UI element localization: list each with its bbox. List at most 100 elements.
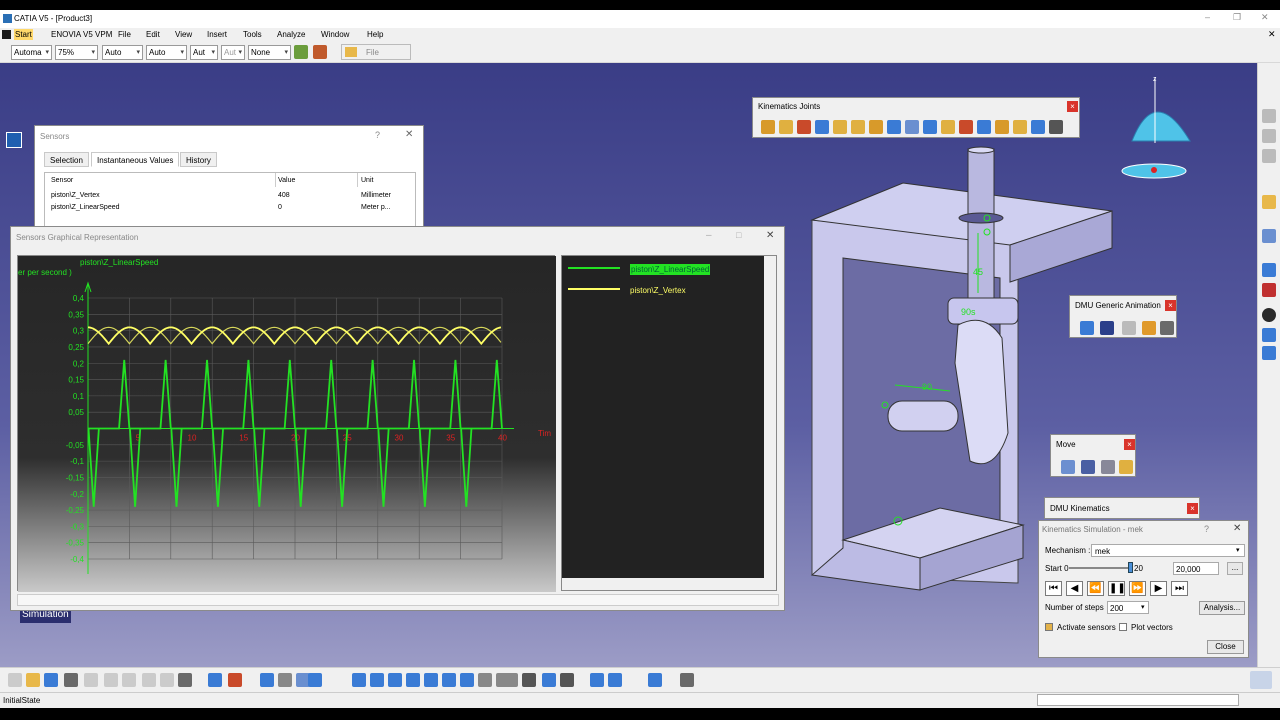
file-button[interactable]: File [341, 44, 411, 60]
menu-start[interactable]: Start [14, 29, 33, 40]
kinematics-joints-close[interactable]: × [1067, 101, 1078, 112]
manipulate-icon[interactable] [1119, 460, 1133, 474]
bottom-tool-icon[interactable] [228, 673, 242, 687]
activate-sensors-checkbox[interactable] [1045, 623, 1053, 631]
snap-icon[interactable] [1081, 460, 1095, 474]
bottom-tool-icon[interactable] [460, 673, 474, 687]
update-icon[interactable] [1262, 308, 1276, 322]
joint-tool-icon[interactable] [887, 120, 901, 134]
tree-root-icon[interactable] [6, 132, 22, 148]
menu-edit[interactable]: Edit [145, 29, 161, 40]
menu-tools[interactable]: Tools [242, 29, 263, 40]
menu-analyze[interactable]: Analyze [276, 29, 306, 40]
dmu-animation-close[interactable]: × [1165, 300, 1176, 311]
legend-label-vertex[interactable]: piston\Z_Vertex [630, 286, 686, 295]
point-combo[interactable]: Aut ▾ [221, 45, 245, 60]
measure-icon[interactable] [1262, 283, 1276, 297]
bottom-tool-icon[interactable] [424, 673, 438, 687]
joint-tool-icon[interactable] [869, 120, 883, 134]
tab-selection[interactable]: Selection [44, 152, 89, 167]
bottom-tool-icon[interactable] [8, 673, 22, 687]
bottom-tool-icon[interactable] [504, 673, 518, 687]
pause-button[interactable]: ❚❚ [1108, 581, 1126, 596]
bottom-tool-icon[interactable] [560, 673, 574, 687]
gear-icon[interactable] [1122, 321, 1136, 335]
mechanism-select[interactable]: mek ▾ [1091, 544, 1245, 557]
properties-icon[interactable] [313, 45, 327, 59]
joint-tool-icon[interactable] [851, 120, 865, 134]
simulation-icon[interactable] [1080, 321, 1094, 335]
bottom-tool-icon[interactable] [522, 673, 536, 687]
bottom-tool-icon[interactable] [208, 673, 222, 687]
sensors-close-button[interactable]: ✕ [405, 129, 413, 140]
joint-tool-icon[interactable] [941, 120, 955, 134]
linetype-combo[interactable]: Aut ▾ [190, 45, 218, 60]
bottom-tool-icon[interactable] [388, 673, 402, 687]
plot-area[interactable]: 0,4 0,35 0,3 0,25 0,2 0,15 0,1 0,05 -0,05 -0,1 -0,… [17, 255, 556, 592]
joint-tool-icon[interactable] [1049, 120, 1063, 134]
joint-tool-icon[interactable] [1031, 120, 1045, 134]
time-slider-track[interactable] [1069, 567, 1131, 569]
sim-close-x[interactable]: ✕ [1233, 523, 1241, 534]
joint-tool-icon[interactable] [779, 120, 793, 134]
joint-tool-icon[interactable] [959, 120, 973, 134]
minimize-button[interactable]: – [1205, 12, 1210, 22]
constraint-icon[interactable] [1262, 328, 1276, 342]
color-combo[interactable]: Auto ▾ [102, 45, 143, 60]
row-2-sensor[interactable]: piston\Z_LinearSpeed [51, 204, 120, 211]
bottom-tool-icon[interactable] [260, 673, 274, 687]
skip-last-button[interactable]: ⏭ [1171, 581, 1188, 596]
legend-label-speed[interactable]: piston\Z_LinearSpeed [630, 264, 711, 275]
menu-enovia[interactable]: ENOVIA V5 VPM [50, 29, 113, 40]
step-back-button[interactable]: ◀ [1066, 581, 1083, 596]
bottom-tool-icon[interactable] [160, 673, 174, 687]
bottom-tool-icon[interactable] [308, 673, 322, 687]
command-input[interactable] [1037, 694, 1239, 706]
rt-icon-2[interactable] [1262, 129, 1276, 143]
menu-file[interactable]: File [117, 29, 132, 40]
rt-icon-1[interactable] [1262, 109, 1276, 123]
explode-icon[interactable] [1101, 460, 1115, 474]
joint-tool-icon[interactable] [905, 120, 919, 134]
compile-icon[interactable] [1100, 321, 1114, 335]
bottom-tool-icon[interactable] [406, 673, 420, 687]
sim-help-icon[interactable]: ? [1204, 524, 1209, 534]
end-time-field[interactable]: 20,000 [1173, 562, 1219, 575]
bottom-tool-icon[interactable] [104, 673, 118, 687]
graph-close-button[interactable]: ✕ [766, 230, 774, 241]
bottom-tool-icon[interactable] [608, 673, 622, 687]
play-back-button[interactable]: ⏪ [1087, 581, 1104, 596]
analysis-button[interactable]: Analysis... [1199, 601, 1245, 615]
bottom-tool-icon[interactable] [26, 673, 40, 687]
graph-maximize-button[interactable]: □ [736, 230, 741, 240]
bottom-tool-icon[interactable] [278, 673, 292, 687]
bottom-tool-icon[interactable] [680, 673, 694, 687]
joint-tool-icon[interactable] [1013, 120, 1027, 134]
more-button[interactable]: ... [1227, 562, 1243, 575]
time-slider-thumb[interactable] [1128, 562, 1133, 573]
joint-tool-icon[interactable] [797, 120, 811, 134]
joint-tool-icon[interactable] [923, 120, 937, 134]
sensors-help-icon[interactable]: ? [375, 130, 380, 140]
tab-instantaneous-values[interactable]: Instantaneous Values [91, 152, 180, 167]
tools-icon[interactable] [1160, 321, 1174, 335]
close-button[interactable]: Close [1207, 640, 1244, 654]
bottom-tool-icon[interactable] [122, 673, 136, 687]
bottom-tool-icon[interactable] [590, 673, 604, 687]
joint-tool-icon[interactable] [977, 120, 991, 134]
bottom-tool-icon[interactable] [478, 673, 492, 687]
fly-icon[interactable] [1262, 229, 1276, 243]
catalog-icon[interactable] [1262, 263, 1276, 277]
compass[interactable]: z [1121, 76, 1191, 179]
plot-vectors-checkbox[interactable] [1119, 623, 1127, 631]
zoom-combo[interactable]: 75% ▾ [55, 45, 98, 60]
row-1-sensor[interactable]: piston\Z_Vertex [51, 192, 100, 199]
menu-close-icon[interactable]: ✕ [1268, 29, 1276, 40]
move-close[interactable]: × [1124, 439, 1135, 450]
graph-hscroll[interactable] [17, 594, 779, 606]
bottom-tool-icon[interactable] [64, 673, 78, 687]
bottom-tool-icon[interactable] [442, 673, 456, 687]
bottom-tool-icon[interactable] [352, 673, 366, 687]
thickness-combo[interactable]: Auto ▾ [146, 45, 187, 60]
bottom-tool-icon[interactable] [648, 673, 662, 687]
